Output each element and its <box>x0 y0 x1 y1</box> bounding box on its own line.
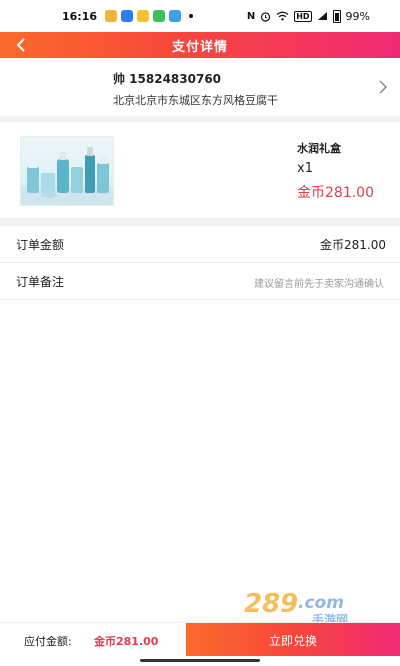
alarm-icon <box>261 11 271 22</box>
svg-text:289: 289 <box>244 589 298 619</box>
order-amount-value: 金币281.00 <box>320 238 386 252</box>
back-button[interactable] <box>10 35 32 55</box>
chevron-left-icon <box>16 38 25 52</box>
product-name: 水润礼盒 <box>297 142 341 155</box>
redeem-now-button[interactable]: 立即兑换 <box>186 623 400 657</box>
battery-icon <box>332 9 341 23</box>
status-bar: 16:16 N HD 99% <box>0 0 400 32</box>
gesture-nav-bar <box>0 656 400 666</box>
status-time: 16:16 <box>62 9 98 23</box>
product-image <box>20 136 114 206</box>
site-watermark: 289 .com 手游网 <box>240 584 380 627</box>
payable-label: 应付金额: <box>24 635 72 648</box>
product-quantity: x1 <box>297 161 313 176</box>
battery-level: 99% <box>345 9 370 23</box>
chevron-right-icon <box>379 80 388 94</box>
telegram-icon <box>169 10 182 22</box>
payable-amount: 金币281.00 <box>94 635 159 648</box>
signal-icon <box>317 12 327 20</box>
order-note-row[interactable]: 订单备注 建议留言前先于卖家沟通确认 <box>0 263 400 300</box>
title-bar: 支付详情 <box>0 32 400 58</box>
nfc-icon: N <box>246 10 256 22</box>
watermark-logo: 289 .com 手游网 <box>244 589 348 627</box>
skincare-gift-set-image <box>21 147 113 205</box>
checkout-bar: 应付金额: 金币281.00 立即兑换 <box>0 622 400 657</box>
hd-icon: HD <box>294 10 312 22</box>
toutiao-icon <box>121 10 134 22</box>
wifi-icon <box>276 11 289 21</box>
home-indicator[interactable] <box>140 659 260 662</box>
order-note-input[interactable]: 建议留言前先于卖家沟通确认 <box>254 275 384 290</box>
shipping-address-card[interactable]: 帅 15824830760 北京北京市东城区东方风格豆腐干 <box>0 58 400 122</box>
order-note-label: 订单备注 <box>16 275 65 289</box>
address-detail: 北京北京市东城区东方风格豆腐干 <box>113 94 278 107</box>
weibo-icon <box>105 10 118 22</box>
product-card: 水润礼盒 x1 金币281.00 <box>0 122 400 218</box>
game-icon <box>137 10 150 22</box>
notification-dot-icon <box>189 14 194 18</box>
recipient-name-phone: 帅 15824830760 <box>113 72 222 86</box>
wechat-icon <box>153 10 166 22</box>
order-amount-row: 订单金额 金币281.00 <box>0 226 400 263</box>
section-divider <box>0 218 400 226</box>
product-price: 金币281.00 <box>297 185 374 201</box>
svg-text:.com: .com <box>298 593 344 613</box>
status-app-icons <box>105 10 182 22</box>
page-title: 支付详情 <box>171 39 228 55</box>
order-amount-label: 订单金额 <box>16 238 65 252</box>
status-system-icons: N HD 99% <box>247 0 370 32</box>
